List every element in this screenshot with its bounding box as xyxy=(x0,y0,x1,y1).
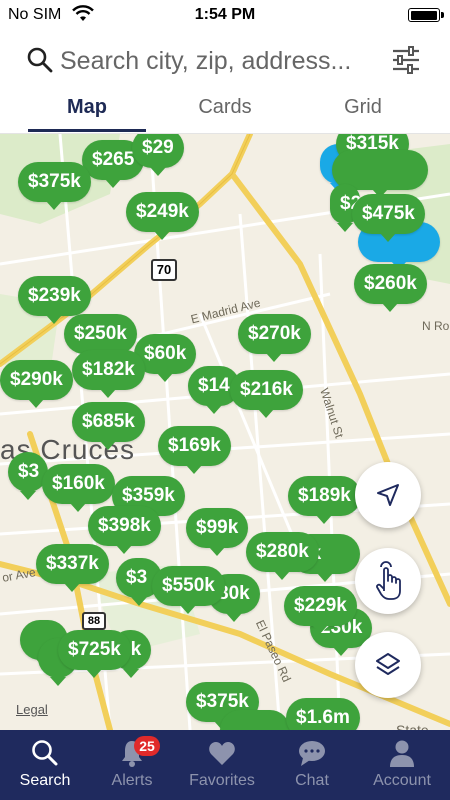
map-pin[interactable]: $249k xyxy=(126,192,199,240)
map-pin[interactable]: $169k xyxy=(158,426,231,474)
map-pin[interactable]: $260k xyxy=(354,264,427,312)
nav-alerts[interactable]: 25 Alerts xyxy=(87,730,177,800)
heart-icon xyxy=(209,742,235,765)
nav-search[interactable]: Search xyxy=(0,730,90,800)
alerts-badge: 25 xyxy=(134,736,160,756)
view-tabs: Map Cards Grid xyxy=(0,92,450,134)
nav-label: Alerts xyxy=(111,772,153,789)
clock: 1:54 PM xyxy=(194,6,256,23)
map-pin[interactable]: $250k xyxy=(64,314,137,362)
map-pin[interactable]: $229k xyxy=(284,586,357,634)
nav-label: Favorites xyxy=(189,772,255,789)
layers-icon xyxy=(376,653,400,675)
active-tab-indicator xyxy=(28,129,146,132)
tab-map[interactable]: Map xyxy=(12,96,162,119)
search-input[interactable] xyxy=(60,42,380,80)
tab-grid[interactable]: Grid xyxy=(288,96,438,119)
map-pin[interactable]: $182k xyxy=(72,350,145,398)
road-label-state: State xyxy=(396,722,429,730)
map-view[interactable]: 70 E Madrid Ave Walnut St El Paseo Rd N … xyxy=(0,134,450,730)
map-pin[interactable]: $280k xyxy=(246,532,319,580)
draw-search-button[interactable] xyxy=(355,548,421,614)
search-icon xyxy=(32,740,58,766)
map-pin[interactable]: $160k xyxy=(42,464,115,512)
filter-sliders-icon[interactable] xyxy=(390,44,422,76)
map-pin[interactable]: $398k xyxy=(88,506,161,554)
map-pin[interactable]: $550k xyxy=(152,566,225,614)
chat-bubble-icon xyxy=(299,741,325,766)
map-layers-button[interactable] xyxy=(355,632,421,698)
legal-link[interactable]: Legal xyxy=(16,702,48,717)
map-pin[interactable]: $1.6m xyxy=(286,698,360,730)
map-pin[interactable]: $239k xyxy=(18,276,91,324)
nav-favorites[interactable]: Favorites xyxy=(177,730,267,800)
road-label-nro: N Ro xyxy=(422,319,450,333)
map-pin[interactable] xyxy=(220,710,290,730)
nav-label: Account xyxy=(373,772,431,789)
nav-label: Search xyxy=(19,772,71,789)
nav-account[interactable]: Account xyxy=(357,730,447,800)
map-pin[interactable]: $189k xyxy=(288,476,361,524)
person-icon xyxy=(390,740,414,767)
map-pin[interactable]: $290k xyxy=(0,360,73,408)
hand-pointer-icon xyxy=(376,561,401,600)
map-pin[interactable]: $337k xyxy=(36,544,109,592)
tab-cards[interactable]: Cards xyxy=(150,96,300,119)
search-bar xyxy=(0,36,450,86)
bottom-nav: Search 25 Alerts Favorites Chat Account xyxy=(0,730,450,800)
search-icon xyxy=(27,47,53,73)
battery-icon xyxy=(408,8,444,22)
map-pin[interactable]: $270k xyxy=(238,314,311,362)
highway-70-shield: 70 xyxy=(151,259,177,281)
route-88-shield: 88 xyxy=(82,612,106,630)
map-pin[interactable]: $375k xyxy=(18,162,91,210)
map-pin[interactable]: $216k xyxy=(230,370,303,418)
map-pin[interactable]: $725k xyxy=(58,630,131,678)
map-pin[interactable]: $99k xyxy=(186,508,249,556)
map-pin[interactable]: $475k xyxy=(352,194,425,242)
my-location-button[interactable] xyxy=(355,462,421,528)
nav-chat[interactable]: Chat xyxy=(267,730,357,800)
location-arrow-icon xyxy=(377,484,399,506)
map-pin[interactable]: $29 xyxy=(132,134,184,176)
status-bar: No SIM 1:54 PM xyxy=(0,0,450,30)
nav-label: Chat xyxy=(295,772,329,789)
map-pin[interactable]: $685k xyxy=(72,402,145,450)
